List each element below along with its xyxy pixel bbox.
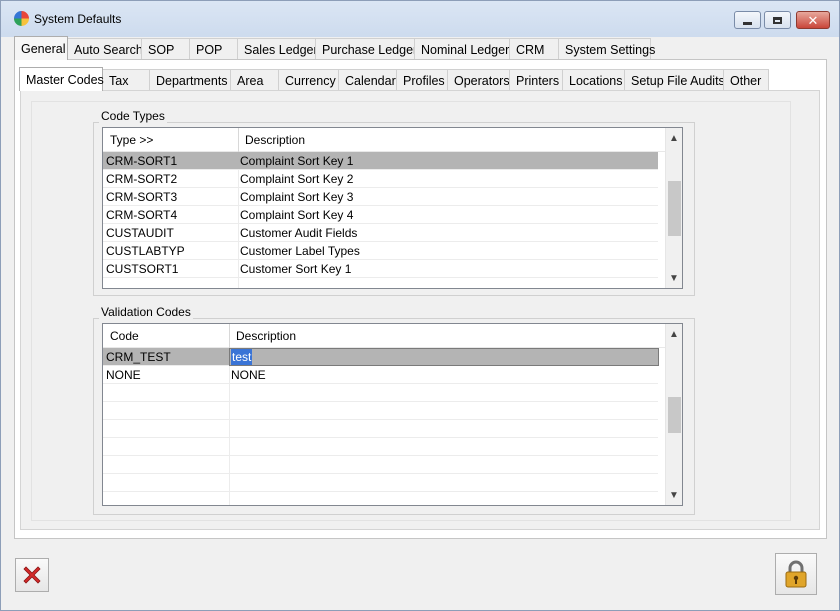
column-header-code[interactable]: Code bbox=[103, 324, 229, 348]
cancel-button[interactable] bbox=[15, 558, 49, 592]
column-header-description[interactable]: Description bbox=[238, 128, 658, 152]
scroll-down-icon[interactable]: ▼ bbox=[666, 270, 682, 287]
table-row[interactable]: CRM-SORT4 Complaint Sort Key 4 bbox=[103, 206, 658, 224]
app-logo-icon bbox=[14, 11, 29, 26]
cell-type: CUSTLABTYP bbox=[106, 244, 185, 258]
system-defaults-window: System Defaults ✕ General Auto Search SO… bbox=[0, 0, 840, 611]
tab-nominal-ledger[interactable]: Nominal Ledger bbox=[414, 38, 510, 60]
tab-tax[interactable]: Tax bbox=[102, 69, 150, 91]
maximize-button[interactable] bbox=[764, 11, 791, 29]
cell-code: CRM_TEST bbox=[106, 350, 171, 364]
cell-type: CUSTAUDIT bbox=[106, 226, 174, 240]
scroll-up-icon[interactable]: ▲ bbox=[666, 326, 682, 343]
close-button[interactable]: ✕ bbox=[796, 11, 830, 29]
empty-row bbox=[103, 456, 658, 474]
tab-system-settings[interactable]: System Settings bbox=[558, 38, 655, 60]
tab-other[interactable]: Other bbox=[723, 69, 769, 91]
minimize-icon bbox=[743, 21, 752, 25]
close-icon: ✕ bbox=[807, 12, 819, 28]
validation-codes-grid[interactable]: Code Description CRM_TEST test NONE NONE… bbox=[102, 323, 683, 506]
cell-type: CRM-SORT1 bbox=[106, 154, 178, 168]
tab-currency[interactable]: Currency bbox=[278, 69, 339, 91]
tab-sales-ledger[interactable]: Sales Ledger bbox=[237, 38, 318, 60]
tab-auto-search[interactable]: Auto Search bbox=[67, 38, 143, 60]
cell-description: NONE bbox=[231, 368, 266, 382]
tab-profiles[interactable]: Profiles bbox=[396, 69, 448, 91]
validation-codes-label: Validation Codes bbox=[99, 305, 193, 319]
tab-area[interactable]: Area bbox=[230, 69, 279, 91]
footer-bar bbox=[1, 546, 839, 610]
table-row[interactable]: CRM-SORT1 Complaint Sort Key 1 bbox=[103, 152, 658, 170]
code-types-scrollbar[interactable]: ▲ ▼ bbox=[665, 128, 682, 288]
table-row[interactable]: NONE NONE bbox=[103, 366, 658, 384]
validation-codes-header: Code Description bbox=[103, 324, 682, 348]
description-edit-field[interactable]: test bbox=[229, 348, 659, 366]
empty-row bbox=[103, 384, 658, 402]
column-header-description[interactable]: Description bbox=[229, 324, 659, 348]
tab-locations[interactable]: Locations bbox=[562, 69, 625, 91]
red-x-icon bbox=[23, 566, 41, 584]
minimize-button[interactable] bbox=[734, 11, 761, 29]
window-title: System Defaults bbox=[34, 12, 122, 26]
cell-type: CRM-SORT3 bbox=[106, 190, 178, 204]
tab-sop[interactable]: SOP bbox=[141, 38, 190, 60]
cell-description: Customer Sort Key 1 bbox=[240, 262, 352, 276]
scroll-up-icon[interactable]: ▲ bbox=[666, 130, 682, 147]
tab-pop[interactable]: POP bbox=[189, 38, 238, 60]
scroll-down-icon[interactable]: ▼ bbox=[666, 487, 682, 504]
tab-master-codes[interactable]: Master Codes bbox=[19, 67, 104, 91]
lock-button[interactable] bbox=[775, 553, 817, 595]
table-row[interactable]: CRM_TEST bbox=[103, 348, 229, 366]
code-types-label: Code Types bbox=[99, 109, 167, 123]
tab-departments[interactable]: Departments bbox=[149, 69, 231, 91]
cell-description: Customer Label Types bbox=[240, 244, 360, 258]
tab-printers[interactable]: Printers bbox=[509, 69, 563, 91]
empty-row bbox=[103, 420, 658, 438]
sub-tab-bar: Master Codes Tax Departments Area Curren… bbox=[19, 67, 769, 91]
tab-crm[interactable]: CRM bbox=[509, 38, 559, 60]
scrollbar-thumb[interactable] bbox=[668, 397, 681, 433]
cell-description: Complaint Sort Key 2 bbox=[240, 172, 354, 186]
table-row[interactable]: CUSTLABTYP Customer Label Types bbox=[103, 242, 658, 260]
table-row[interactable]: CUSTAUDIT Customer Audit Fields bbox=[103, 224, 658, 242]
table-row[interactable]: CRM-SORT2 Complaint Sort Key 2 bbox=[103, 170, 658, 188]
maximize-icon bbox=[773, 16, 782, 24]
code-types-grid[interactable]: Type >> Description CRM-SORT1 Complaint … bbox=[102, 127, 683, 289]
code-types-header: Type >> Description bbox=[103, 128, 682, 152]
tab-operators[interactable]: Operators bbox=[447, 69, 510, 91]
empty-row bbox=[103, 474, 658, 492]
empty-row bbox=[103, 438, 658, 456]
cell-description: Complaint Sort Key 3 bbox=[240, 190, 354, 204]
cell-code: NONE bbox=[106, 368, 141, 382]
validation-codes-scrollbar[interactable]: ▲ ▼ bbox=[665, 324, 682, 505]
edit-text[interactable]: test bbox=[231, 349, 253, 365]
tab-calendar[interactable]: Calendar bbox=[338, 69, 397, 91]
cell-type: CRM-SORT4 bbox=[106, 208, 178, 222]
title-bar: System Defaults ✕ bbox=[1, 1, 839, 37]
tab-purchase-ledger[interactable]: Purchase Ledger bbox=[315, 38, 417, 60]
cell-description: Complaint Sort Key 4 bbox=[240, 208, 354, 222]
tab-setup-file-audits[interactable]: Setup File Audits bbox=[624, 69, 725, 91]
column-header-type[interactable]: Type >> bbox=[103, 128, 238, 152]
table-row[interactable]: CRM-SORT3 Complaint Sort Key 3 bbox=[103, 188, 658, 206]
cell-type: CRM-SORT2 bbox=[106, 172, 178, 186]
scrollbar-thumb[interactable] bbox=[668, 181, 681, 236]
padlock-icon bbox=[785, 560, 807, 588]
table-row[interactable]: CUSTSORT1 Customer Sort Key 1 bbox=[103, 260, 658, 278]
cell-description: Customer Audit Fields bbox=[240, 226, 358, 240]
tab-general[interactable]: General bbox=[14, 36, 68, 60]
cell-type: CUSTSORT1 bbox=[106, 262, 179, 276]
cell-description: Complaint Sort Key 1 bbox=[240, 154, 354, 168]
main-tab-bar: General Auto Search SOP POP Sales Ledger… bbox=[14, 36, 655, 60]
empty-row bbox=[103, 402, 658, 420]
